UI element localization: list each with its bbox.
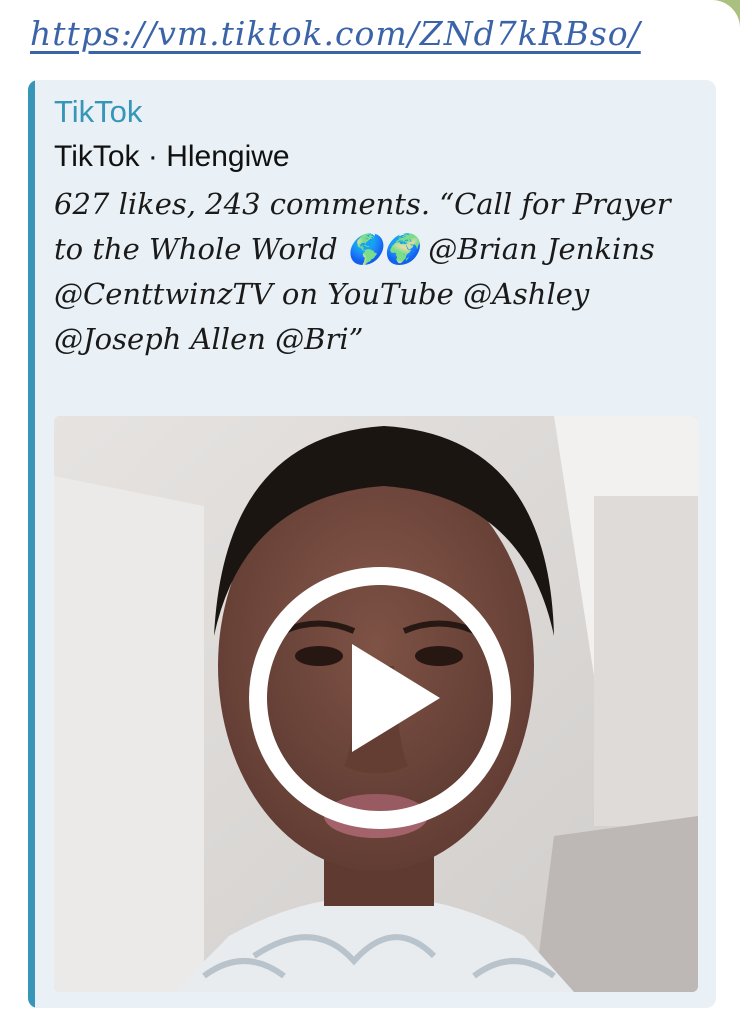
preview-accent-bar: [28, 80, 35, 1008]
preview-site-name: TikTok: [54, 94, 143, 129]
preview-description: 627 likes, 243 comments. “Call for Praye…: [54, 187, 671, 356]
link-preview-card[interactable]: TikTok TikTok · Hlengiwe 627 likes, 243 …: [28, 80, 716, 1008]
video-thumbnail[interactable]: [54, 416, 698, 992]
message-link[interactable]: https://vm.tiktok.com/ZNd7kRBso/: [30, 14, 641, 53]
message-bubble: https://vm.tiktok.com/ZNd7kRBso/ TikTok …: [0, 0, 740, 1024]
preview-title: TikTok · Hlengiwe: [54, 140, 290, 173]
play-icon[interactable]: [248, 566, 512, 830]
